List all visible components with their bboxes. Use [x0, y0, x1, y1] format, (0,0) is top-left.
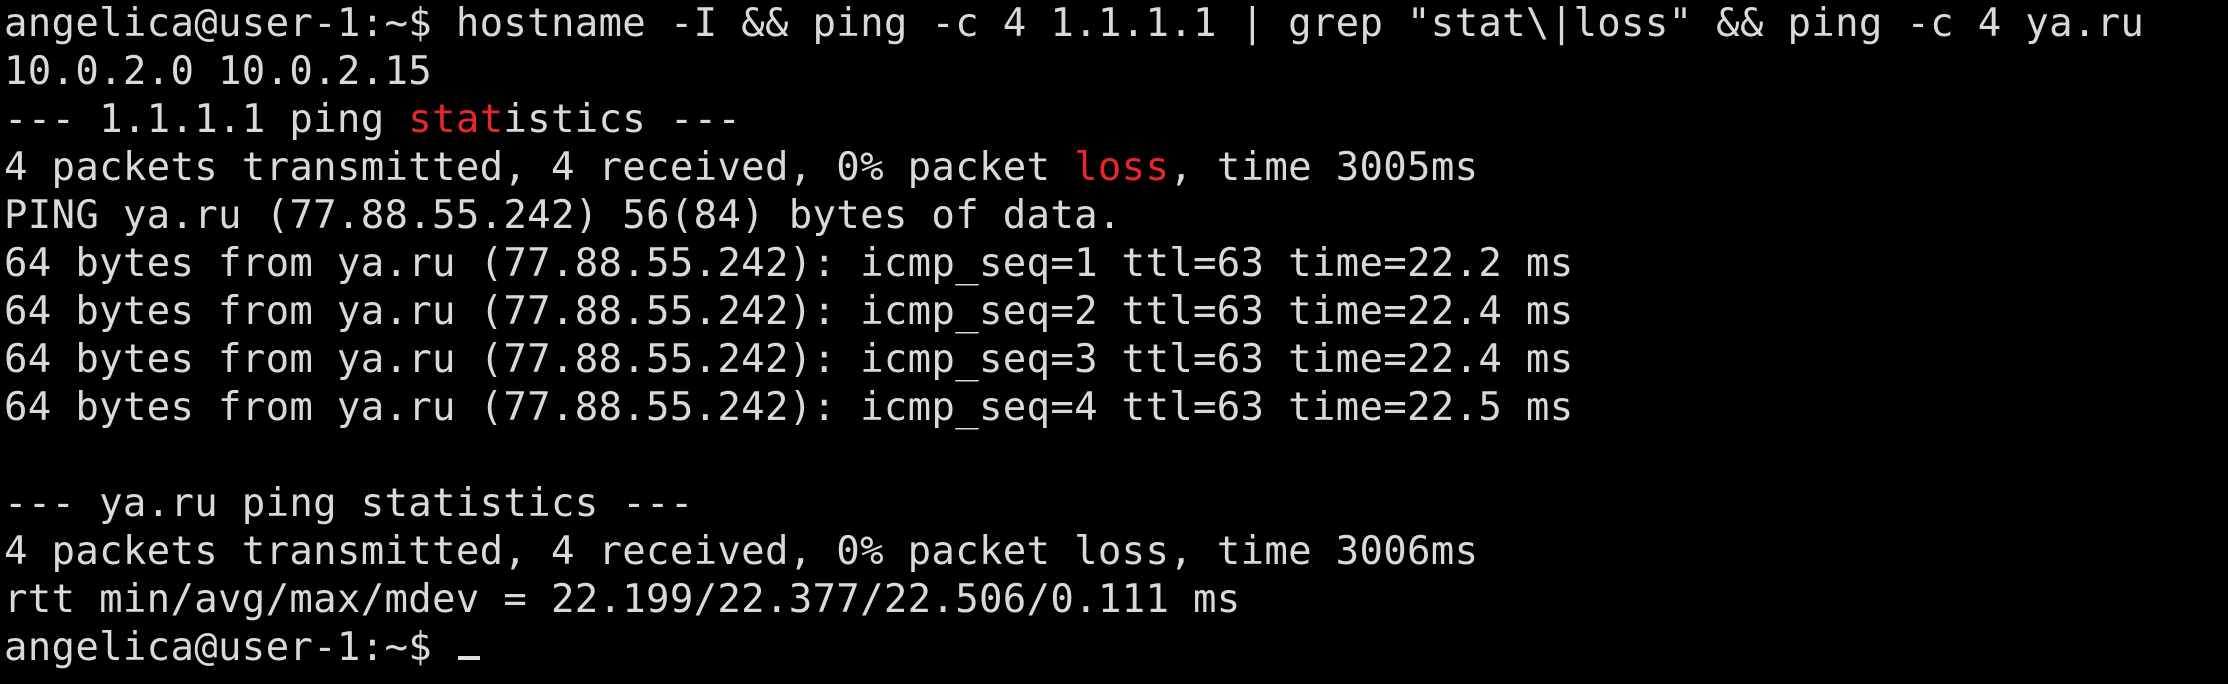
- output-rtt: rtt min/avg/max/mdev = 22.199/22.377/22.…: [4, 577, 1241, 622]
- output-text: --- 1.1.1.1 ping: [4, 97, 409, 142]
- command-text: hostname -I && ping -c 4 1.1.1.1 | grep …: [455, 1, 2145, 46]
- grep-match-highlight: stat: [408, 97, 504, 142]
- output-ping-header: PING ya.ru (77.88.55.242) 56(84) bytes o…: [4, 193, 1122, 238]
- prompt: angelica@user-1:~$: [4, 625, 433, 670]
- output-text: istics ---: [503, 97, 742, 142]
- final-prompt-line[interactable]: angelica@user-1:~$: [4, 624, 480, 672]
- output-text: 4 packets transmitted, 4 received, 0% pa…: [4, 145, 1075, 190]
- output-reply-2: 64 bytes from ya.ru (77.88.55.242): icmp…: [4, 289, 1574, 334]
- command-line: angelica@user-1:~$ hostname -I && ping -…: [4, 0, 2144, 48]
- output-stats-header-1: --- 1.1.1.1 ping statistics ---: [4, 96, 741, 144]
- output-text: , time 3005ms: [1169, 145, 1479, 190]
- text-cursor: [457, 656, 480, 660]
- output-ip-addresses: 10.0.2.0 10.0.2.15: [4, 49, 433, 94]
- output-summary-1: 4 packets transmitted, 4 received, 0% pa…: [4, 144, 1478, 192]
- terminal-window[interactable]: angelica@user-1:~$ hostname -I && ping -…: [0, 0, 2228, 684]
- grep-match-highlight: loss: [1074, 145, 1170, 190]
- output-reply-1: 64 bytes from ya.ru (77.88.55.242): icmp…: [4, 241, 1574, 286]
- output-stats-header-2: --- ya.ru ping statistics ---: [4, 481, 694, 526]
- output-reply-3: 64 bytes from ya.ru (77.88.55.242): icmp…: [4, 337, 1574, 382]
- output-summary-2: 4 packets transmitted, 4 received, 0% pa…: [4, 529, 1479, 574]
- output-reply-4: 64 bytes from ya.ru (77.88.55.242): icmp…: [4, 385, 1574, 430]
- prompt: angelica@user-1:~$: [4, 1, 433, 46]
